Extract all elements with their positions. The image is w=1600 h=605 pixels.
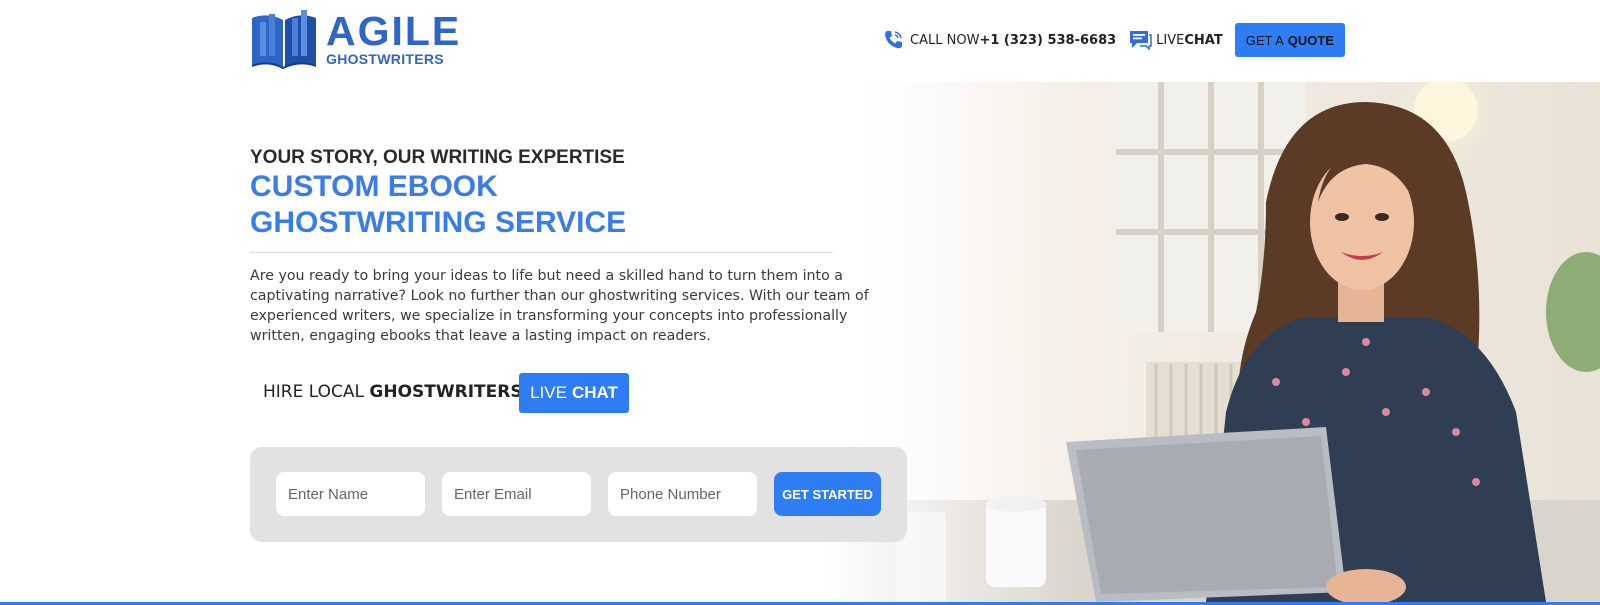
header-livechat-link[interactable]: LIVE CHAT	[1128, 29, 1223, 51]
phone-input[interactable]	[608, 472, 757, 516]
call-now-label: CALL NOW	[910, 32, 980, 48]
logo-wordmark: AGILE	[326, 8, 462, 54]
quote-label-prefix: GET A	[1245, 32, 1284, 48]
get-started-button[interactable]: GET STARTED	[774, 472, 881, 516]
chat-bubble-icon	[1130, 31, 1152, 51]
logo-subtitle: GHOSTWRITERS	[326, 51, 444, 67]
live-chat-button[interactable]: LIVE CHAT	[519, 373, 629, 413]
live-chat-label-bold: CHAT	[571, 383, 618, 402]
call-now-link[interactable]: CALL NOW +1 (323) 538-6683	[882, 29, 1116, 51]
hire-label-bold: GHOSTWRITERS	[369, 382, 523, 402]
call-number: +1 (323) 538-6683	[979, 32, 1117, 48]
hero-description: Are you ready to bring your ideas to lif…	[250, 268, 869, 344]
hire-label-prefix: HIRE LOCAL	[263, 382, 364, 402]
site-logo[interactable]: AGILE GHOSTWRITERS	[250, 8, 461, 70]
livechat-label-bold: CHAT	[1184, 32, 1223, 48]
hire-ghostwriters-link[interactable]: HIRE LOCAL GHOSTWRITERS	[263, 382, 523, 402]
hero-headline: CUSTOM EBOOK GHOSTWRITING SERVICE	[250, 169, 626, 241]
headline-divider	[250, 252, 833, 253]
hero-tagline: YOUR STORY, OUR WRITING EXPERTISE	[250, 147, 625, 168]
headline-line-1: CUSTOM EBOOK	[250, 170, 498, 203]
live-chat-label-prefix: LIVE	[530, 383, 567, 402]
phone-icon	[885, 31, 903, 49]
site-header: AGILE GHOSTWRITERS CALL NOW +1 (323) 538-…	[0, 0, 1600, 82]
quote-label-bold: QUOTE	[1287, 32, 1334, 48]
get-quote-button[interactable]: GET A QUOTE	[1234, 23, 1345, 57]
headline-line-2: GHOSTWRITING SERVICE	[250, 206, 627, 239]
name-input[interactable]	[276, 472, 425, 516]
lead-form: GET STARTED	[250, 447, 907, 542]
livechat-label-prefix: LIVE	[1156, 32, 1185, 48]
book-logo-icon	[251, 10, 317, 70]
hero-photo	[826, 82, 1600, 602]
header-actions: CALL NOW +1 (323) 538-6683 LIVE CHAT GET A…	[882, 23, 1345, 57]
email-input[interactable]	[442, 472, 591, 516]
